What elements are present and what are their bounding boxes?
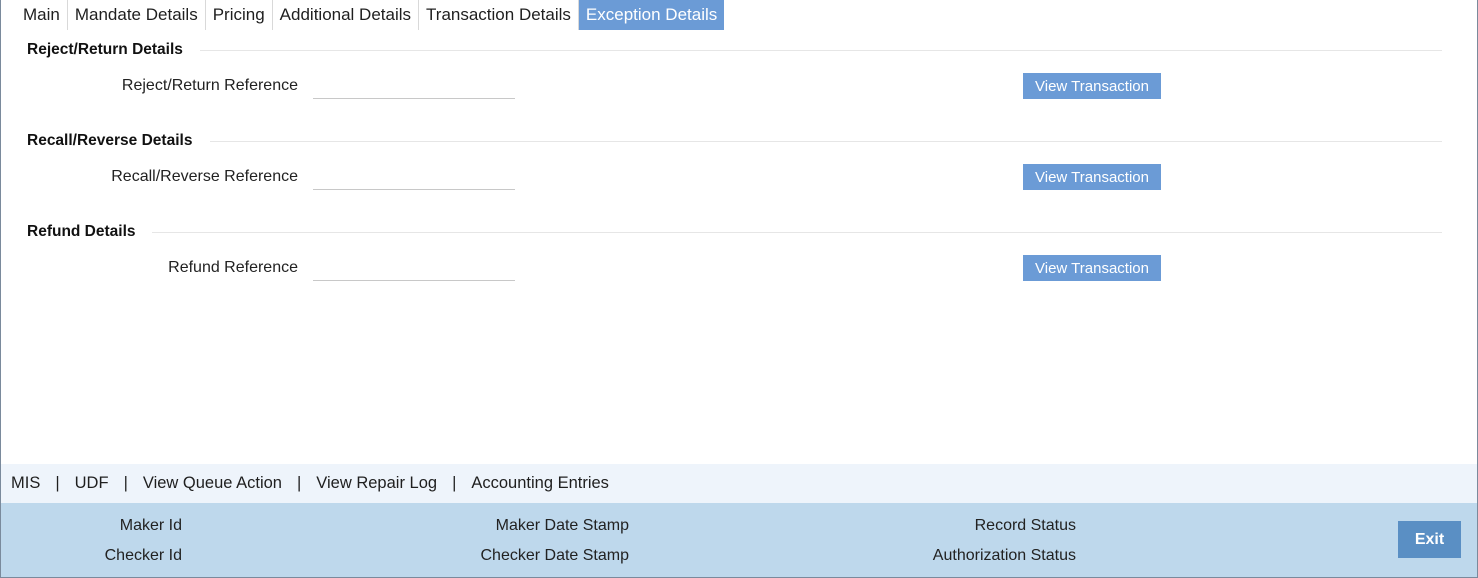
section-divider [152,232,1442,233]
mis-link[interactable]: MIS [11,474,40,493]
reject-return-reference-label: Reject/Return Reference [121,77,298,94]
refund-reference-label: Refund Reference [168,259,298,276]
refund-section-title: Refund Details [27,223,136,240]
tab-additional-details[interactable]: Additional Details [273,0,420,30]
tab-transaction-details[interactable]: Transaction Details [419,0,579,30]
udf-link[interactable]: UDF [75,474,109,493]
record-status-label: Record Status [974,517,1076,534]
checker-date-stamp-label: Checker Date Stamp [480,547,629,564]
refund-reference-input[interactable] [313,255,515,281]
action-link-bar: MIS | UDF | View Queue Action | View Rep… [1,464,1477,503]
tab-mandate-details[interactable]: Mandate Details [68,0,206,30]
section-divider [200,50,1442,51]
tab-main[interactable]: Main [16,0,68,30]
audit-footer: Maker Id Checker Id Maker Date Stamp Che… [1,503,1477,577]
maker-date-stamp-label: Maker Date Stamp [495,517,629,534]
exit-button[interactable]: Exit [1398,521,1461,558]
section-divider [210,141,1442,142]
recall-reverse-reference-label: Recall/Reverse Reference [111,168,298,185]
reject-return-view-transaction-button[interactable]: View Transaction [1023,73,1161,99]
view-repair-log-link[interactable]: View Repair Log [316,474,437,493]
recall-reverse-section-title: Recall/Reverse Details [27,132,193,149]
view-queue-action-link[interactable]: View Queue Action [143,474,282,493]
reject-return-section-title: Reject/Return Details [27,41,183,58]
maker-id-label: Maker Id [119,517,182,534]
recall-reverse-reference-input[interactable] [313,164,515,190]
link-separator: | [123,474,128,492]
tab-pricing[interactable]: Pricing [206,0,273,30]
reject-return-reference-input[interactable] [313,73,515,99]
accounting-entries-link[interactable]: Accounting Entries [471,474,609,493]
link-separator: | [296,474,302,492]
tab-exception-details[interactable]: Exception Details [578,0,725,30]
authorization-status-label: Authorization Status [932,547,1076,564]
checker-id-label: Checker Id [104,547,182,564]
recall-reverse-view-transaction-button[interactable]: View Transaction [1023,164,1161,190]
link-separator: | [452,474,457,492]
refund-view-transaction-button[interactable]: View Transaction [1023,255,1161,281]
link-separator: | [55,474,60,492]
tab-bar: Main Mandate Details Pricing Additional … [16,0,725,30]
